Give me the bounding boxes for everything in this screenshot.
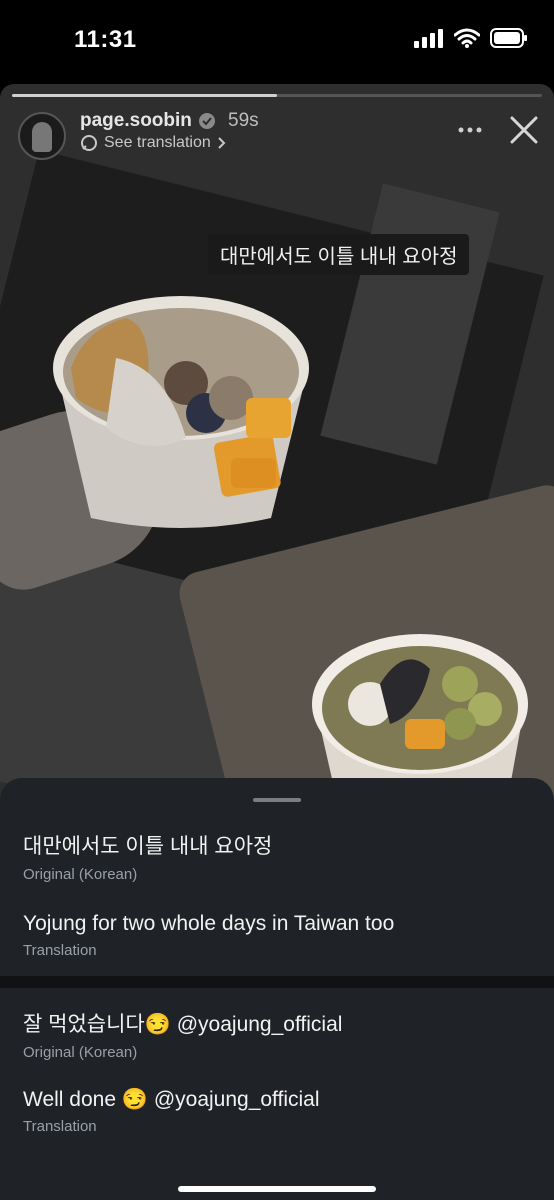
more-options-icon[interactable]	[458, 126, 482, 134]
see-translation-label: See translation	[104, 134, 211, 151]
status-time: 11:31	[74, 26, 137, 53]
speech-bubble-icon	[81, 135, 97, 151]
story-progress-fill	[12, 94, 277, 97]
status-icons	[414, 28, 528, 48]
item-subtitle: Original (Korean)	[23, 1044, 138, 1061]
sheet-drag-handle[interactable]	[253, 798, 301, 802]
home-indicator	[178, 1186, 376, 1192]
username[interactable]: page.soobin	[80, 110, 192, 132]
translation-item-original-2: 잘 먹었습니다😏 @yoajung_official Original (Kor…	[23, 1008, 342, 1061]
verified-badge-icon	[199, 113, 215, 129]
battery-icon	[490, 28, 527, 48]
yogurt-cup-image	[53, 296, 309, 528]
avatar[interactable]	[18, 112, 66, 160]
item-subtitle: Translation	[23, 1118, 97, 1135]
close-icon[interactable]	[508, 114, 540, 146]
translation-item-translation-2: Well done 😏 @yoajung_official Translatio…	[23, 1088, 320, 1135]
translation-item-original-1: 대만에서도 이틀 내내 요아정 Original (Korean)	[23, 830, 272, 883]
story-caption: 대만에서도 이틀 내내 요아정	[208, 234, 470, 275]
status-bar: 11:31	[0, 0, 554, 84]
item-text: 대만에서도 이틀 내내 요아정	[23, 835, 273, 858]
signal-icon	[414, 29, 443, 48]
item-text: 잘 먹었습니다😏 @yoajung_official	[23, 1013, 343, 1036]
translation-sheet: 대만에서도 이틀 내내 요아정 Original (Korean) Yojung…	[0, 778, 554, 1200]
translation-item-translation-1: Yojung for two whole days in Taiwan too …	[23, 912, 394, 959]
see-translation-link[interactable]: See translation	[80, 134, 227, 152]
wifi-icon	[454, 28, 480, 48]
chevron-right-icon	[218, 137, 226, 149]
story-view[interactable]: page.soobin 59s See translation 대만에서도 이틀…	[0, 84, 554, 814]
item-subtitle: Original (Korean)	[23, 866, 138, 883]
section-divider	[0, 976, 554, 988]
story-progress-bar	[12, 94, 542, 97]
story-time-ago: 59s	[228, 110, 259, 131]
item-text: Yojung for two whole days in Taiwan too	[23, 912, 395, 935]
item-text: Well done 😏 @yoajung_official	[23, 1088, 320, 1111]
item-subtitle: Translation	[23, 942, 97, 959]
